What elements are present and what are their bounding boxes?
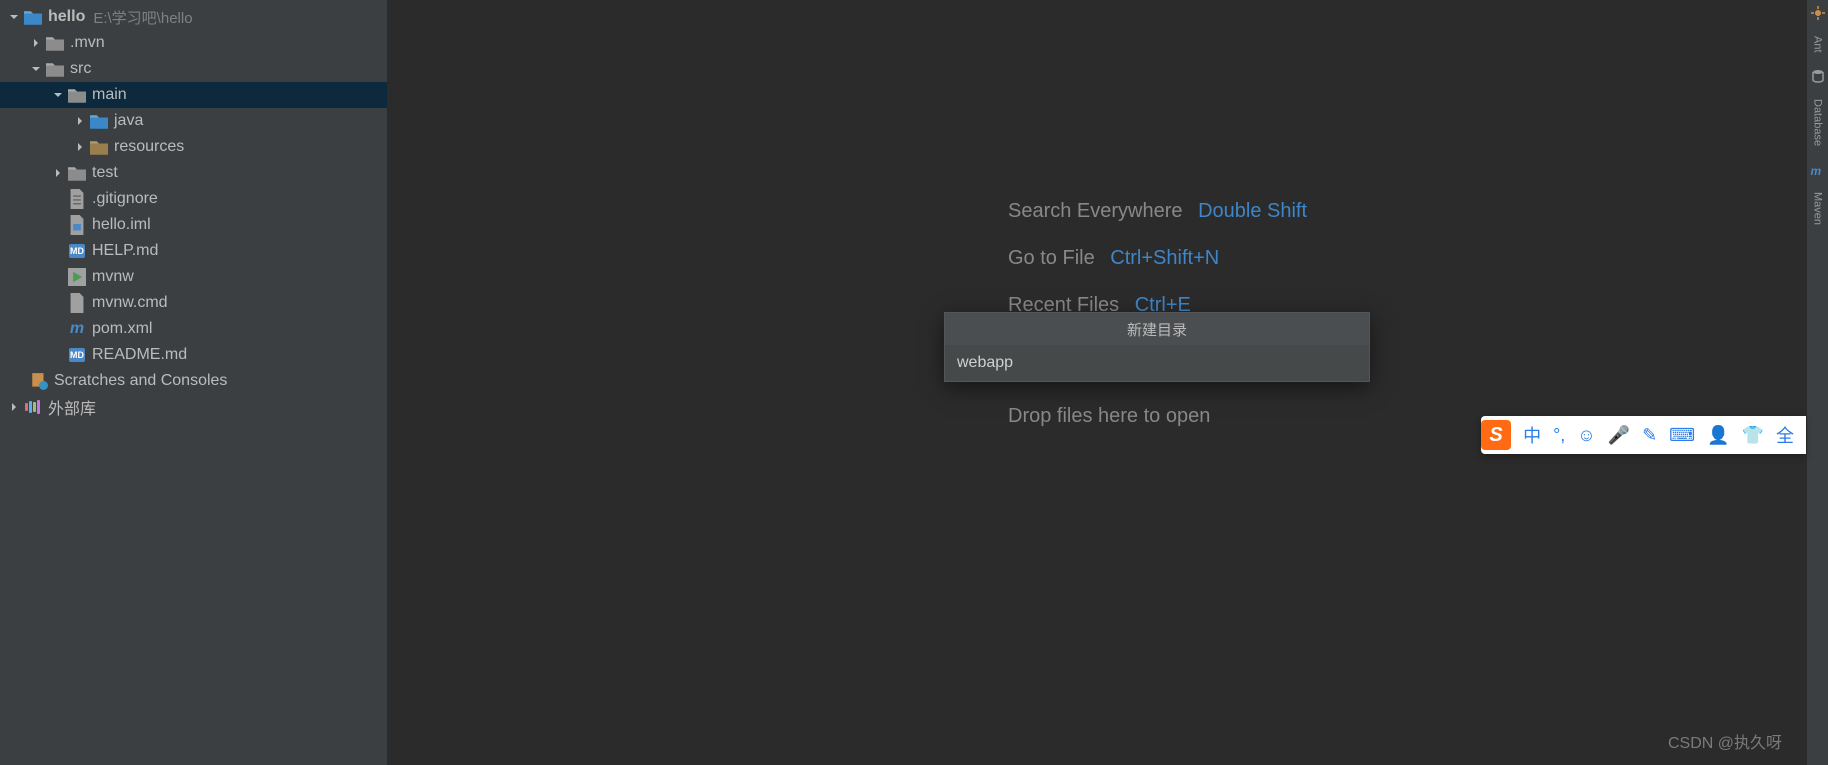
- tree-node-readme[interactable]: MD README.md: [0, 342, 387, 368]
- project-tree[interactable]: hello E:\学习吧\hello .mvn src main java r: [0, 0, 388, 765]
- chevron-right-icon[interactable]: [74, 141, 86, 153]
- tree-node-mvn[interactable]: .mvn: [0, 30, 387, 56]
- chevron-right-icon[interactable]: [74, 115, 86, 127]
- tree-node-helloiml[interactable]: hello.iml: [0, 212, 387, 238]
- tree-node-external-libs[interactable]: 外部库: [0, 394, 387, 420]
- tree-label: mvnw: [92, 268, 134, 286]
- tree-node-pomxml[interactable]: m pom.xml: [0, 316, 387, 342]
- ime-skin-icon[interactable]: 👕: [1736, 425, 1770, 446]
- tree-label: pom.xml: [92, 320, 152, 338]
- markdown-icon: MD: [68, 346, 86, 364]
- chevron-down-icon[interactable]: [52, 89, 64, 101]
- tree-label: mvnw.cmd: [92, 294, 168, 312]
- tree-node-helpmd[interactable]: MD HELP.md: [0, 238, 387, 264]
- file-icon: [68, 216, 86, 234]
- new-directory-dialog: 新建目录: [944, 312, 1370, 382]
- tree-label: README.md: [92, 346, 187, 364]
- markdown-icon: MD: [68, 242, 86, 260]
- tree-node-resources[interactable]: resources: [0, 134, 387, 160]
- tool-maven[interactable]: Maven: [1812, 192, 1824, 225]
- database-icon[interactable]: [1811, 69, 1825, 83]
- source-folder-icon: [90, 112, 108, 130]
- ime-keyboard-icon[interactable]: ⌨: [1663, 425, 1701, 446]
- chevron-down-icon[interactable]: [8, 11, 20, 23]
- drop-files-hint: Drop files here to open: [1008, 405, 1210, 428]
- maven-icon: m: [68, 320, 86, 338]
- tree-node-main[interactable]: main: [0, 82, 387, 108]
- tool-database[interactable]: Database: [1812, 99, 1824, 146]
- chevron-down-icon[interactable]: [30, 63, 42, 75]
- tree-node-java[interactable]: java: [0, 108, 387, 134]
- folder-icon: [46, 60, 64, 78]
- ime-lang-toggle[interactable]: 中: [1517, 422, 1547, 448]
- sogou-logo-icon[interactable]: S: [1481, 420, 1511, 450]
- hint-shortcut: Double Shift: [1198, 200, 1307, 222]
- resources-folder-icon: [90, 138, 108, 156]
- tree-label: hello: [48, 8, 85, 26]
- tree-node-mvnwcmd[interactable]: mvnw.cmd: [0, 290, 387, 316]
- ime-voice-icon[interactable]: 🎤: [1602, 425, 1636, 446]
- tree-node-test[interactable]: test: [0, 160, 387, 186]
- tree-node-root[interactable]: hello E:\学习吧\hello: [0, 4, 387, 30]
- file-icon: [68, 294, 86, 312]
- hint-label: Go to File: [1008, 247, 1095, 269]
- folder-icon: [68, 164, 86, 182]
- tree-node-scratches[interactable]: Scratches and Consoles: [0, 368, 387, 394]
- right-toolbar: Ant Database m Maven: [1806, 0, 1828, 765]
- ime-toolbar[interactable]: S 中 °, ☺ 🎤 ✎ ⌨ 👤 👕 全: [1481, 416, 1806, 454]
- directory-name-input[interactable]: [945, 345, 1369, 381]
- file-icon: [68, 190, 86, 208]
- tree-node-mvnw[interactable]: mvnw: [0, 264, 387, 290]
- tree-label: resources: [114, 138, 184, 156]
- hint-label: Search Everywhere: [1008, 200, 1183, 222]
- tool-ant[interactable]: Ant: [1812, 36, 1824, 53]
- chevron-right-icon[interactable]: [30, 37, 42, 49]
- ime-fullwidth-toggle[interactable]: 全: [1770, 422, 1800, 448]
- dialog-title: 新建目录: [945, 313, 1369, 345]
- hint-search-everywhere: Search Everywhere Double Shift: [1008, 200, 1307, 223]
- scratches-icon: [30, 372, 48, 390]
- script-icon: [68, 268, 86, 286]
- ime-handwrite-icon[interactable]: ✎: [1636, 425, 1663, 446]
- ime-user-icon[interactable]: 👤: [1701, 425, 1735, 446]
- module-folder-icon: [24, 8, 42, 26]
- tree-label: hello.iml: [92, 216, 151, 234]
- tree-path: E:\学习吧\hello: [93, 7, 192, 28]
- tree-label: test: [92, 164, 118, 182]
- ant-icon[interactable]: [1811, 6, 1825, 20]
- tree-label: .gitignore: [92, 190, 158, 208]
- hint-shortcut: Ctrl+Shift+N: [1110, 247, 1219, 269]
- chevron-right-icon[interactable]: [52, 167, 64, 179]
- hint-go-to-file: Go to File Ctrl+Shift+N: [1008, 247, 1307, 270]
- folder-icon: [46, 34, 64, 52]
- tree-label: .mvn: [70, 34, 105, 52]
- library-icon: [24, 398, 42, 416]
- folder-icon: [68, 86, 86, 104]
- ime-punct-toggle[interactable]: °,: [1547, 425, 1571, 446]
- tree-label: 外部库: [48, 395, 96, 419]
- chevron-right-icon[interactable]: [8, 401, 20, 413]
- tree-label: main: [92, 86, 127, 104]
- ime-emoji-icon[interactable]: ☺: [1571, 425, 1601, 446]
- tree-label: src: [70, 60, 91, 78]
- tree-label: Scratches and Consoles: [54, 372, 227, 390]
- tree-label: HELP.md: [92, 242, 158, 260]
- tree-node-src[interactable]: src: [0, 56, 387, 82]
- maven-tool-icon[interactable]: m: [1811, 162, 1825, 176]
- watermark-text: CSDN @执久呀: [1668, 729, 1782, 753]
- tree-label: java: [114, 112, 143, 130]
- editor-area[interactable]: Search Everywhere Double Shift Go to Fil…: [388, 0, 1806, 765]
- tree-node-gitignore[interactable]: .gitignore: [0, 186, 387, 212]
